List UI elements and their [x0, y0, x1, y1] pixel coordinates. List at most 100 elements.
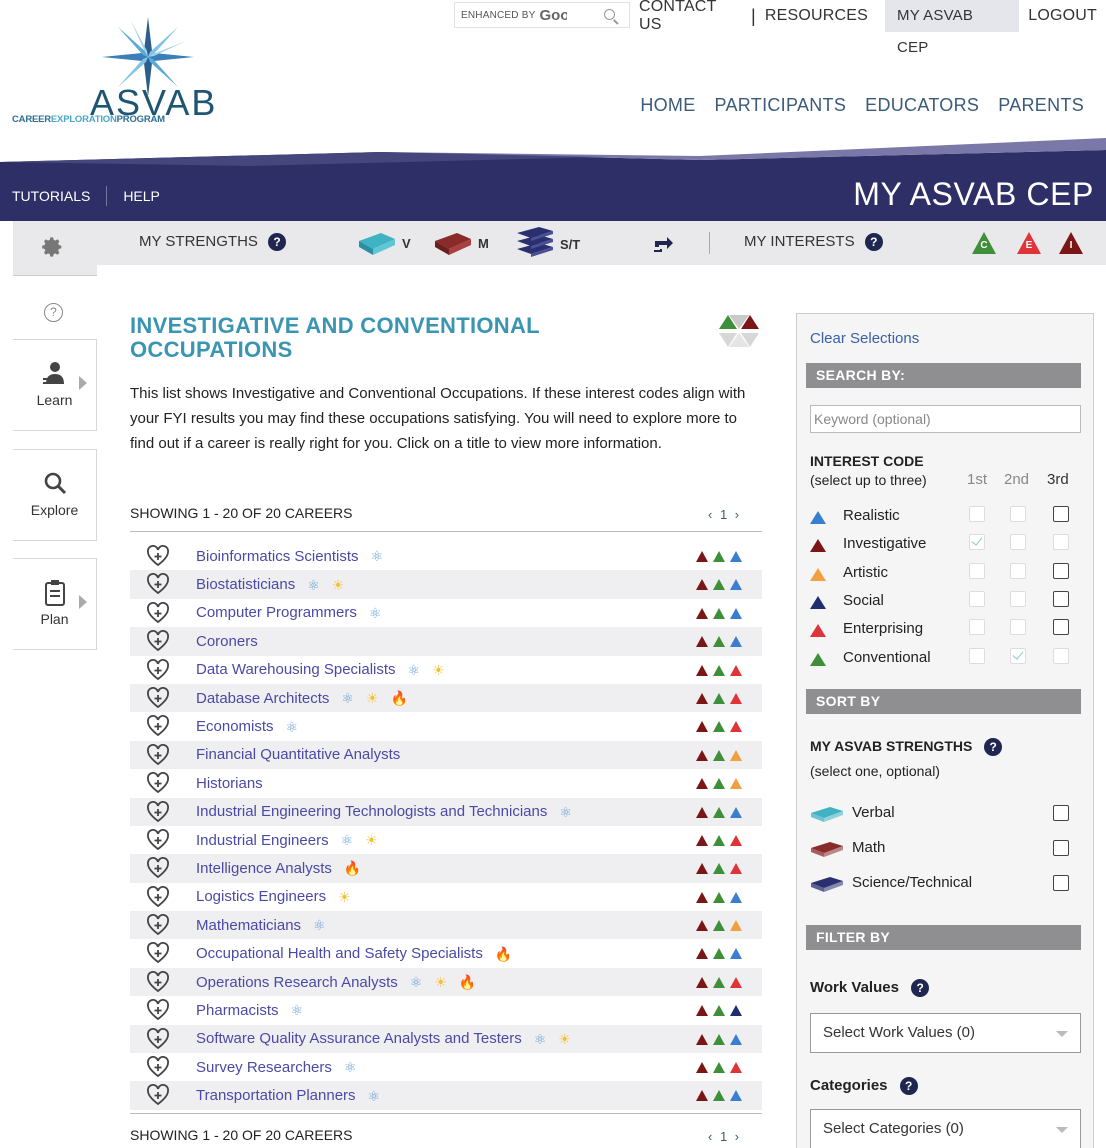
clear-selections-link[interactable]: Clear Selections: [810, 330, 919, 347]
favorite-heart-icon[interactable]: [146, 601, 170, 624]
career-title-link[interactable]: Pharmacists ⚛: [196, 1002, 303, 1019]
interest-checkbox-3rd[interactable]: [1053, 590, 1069, 607]
favorite-heart-icon[interactable]: [146, 885, 170, 908]
interest-i-icon[interactable]: I: [1059, 232, 1083, 254]
favorite-heart-icon[interactable]: [146, 999, 170, 1021]
interest-checkbox-1st[interactable]: [969, 647, 985, 664]
career-title-link[interactable]: Operations Research Analysts ⚛ ☀ 🔥: [196, 974, 476, 991]
strengths-sort-help-icon[interactable]: ?: [984, 738, 1003, 757]
strength-checkbox[interactable]: [1053, 875, 1069, 891]
favorite-heart-icon[interactable]: [146, 942, 170, 964]
career-title-link[interactable]: Data Warehousing Specialists ⚛ ☀: [196, 661, 445, 678]
favorite-heart-icon[interactable]: [146, 800, 170, 823]
career-title-link[interactable]: Historians: [196, 775, 263, 792]
favorite-heart-icon[interactable]: [146, 658, 170, 681]
interest-checkbox-3rd[interactable]: [1053, 562, 1069, 579]
interest-checkbox-3rd[interactable]: [1053, 506, 1069, 522]
favorite-heart-icon[interactable]: [146, 1084, 170, 1106]
pagination-top[interactable]: ‹ 1 ›: [708, 507, 741, 522]
swap-icon[interactable]: [651, 233, 677, 255]
career-title-link[interactable]: Mathematicians ⚛: [196, 917, 326, 934]
career-title-link[interactable]: Logistics Engineers ☀: [196, 888, 351, 905]
career-title-link[interactable]: Financial Quantitative Analysts: [196, 746, 400, 763]
favorite-heart-icon[interactable]: [146, 857, 170, 879]
career-title-link[interactable]: Intelligence Analysts 🔥: [196, 860, 361, 877]
explore-button[interactable]: Explore: [13, 449, 97, 541]
plan-button[interactable]: Plan: [13, 558, 97, 650]
interest-checkbox-2nd[interactable]: [1010, 619, 1026, 636]
fire-icon: 🔥: [458, 974, 477, 991]
learn-button[interactable]: Learn: [13, 339, 97, 431]
logout-link[interactable]: LOGOUT: [1019, 7, 1106, 25]
nav-participants[interactable]: PARTICIPANTS: [715, 95, 847, 116]
pagination-bottom[interactable]: ‹ 1 ›: [708, 1129, 741, 1144]
interest-checkbox-1st[interactable]: [969, 619, 985, 636]
strengths-help-icon[interactable]: ?: [268, 233, 287, 252]
favorite-heart-icon[interactable]: [146, 545, 170, 567]
interest-checkbox-1st[interactable]: [969, 506, 985, 522]
interest-checkbox-1st[interactable]: [969, 562, 985, 579]
favorite-heart-icon[interactable]: [146, 715, 170, 737]
favorite-heart-icon[interactable]: [146, 970, 170, 993]
gear-icon[interactable]: [42, 236, 64, 258]
interest-c-icon[interactable]: C: [972, 232, 996, 254]
tutorials-link[interactable]: TUTORIALS: [12, 188, 90, 204]
interest-checkbox-3rd[interactable]: [1053, 534, 1069, 551]
career-title-link[interactable]: Occupational Health and Safety Specialis…: [196, 945, 512, 962]
interest-checkbox-2nd[interactable]: [1010, 534, 1026, 551]
favorite-heart-icon[interactable]: [146, 772, 170, 794]
career-title-link[interactable]: Survey Researchers ⚛: [196, 1059, 356, 1076]
career-title-link[interactable]: Coroners: [196, 633, 258, 650]
work-values-select[interactable]: Select Work Values (0): [810, 1013, 1081, 1053]
my-interests-label: MY INTERESTS ?: [744, 233, 883, 252]
favorite-heart-icon[interactable]: [146, 686, 170, 709]
keyword-input[interactable]: Keyword (optional): [810, 405, 1081, 433]
career-title-link[interactable]: Biostatisticians ⚛ ☀: [196, 576, 344, 593]
site-search-box[interactable]: ENHANCED BY Google: [454, 2, 630, 28]
favorite-heart-icon[interactable]: [146, 573, 170, 595]
interest-checkbox-3rd[interactable]: [1053, 619, 1069, 636]
favorite-heart-icon[interactable]: [146, 630, 170, 652]
contact-us-link[interactable]: CONTACT US: [630, 0, 751, 34]
career-title-link[interactable]: Software Quality Assurance Analysts and …: [196, 1030, 571, 1047]
strength-checkbox[interactable]: [1053, 840, 1069, 856]
favorite-heart-icon[interactable]: [146, 743, 170, 766]
career-title-link[interactable]: Database Architects ⚛ ☀ 🔥: [196, 690, 408, 707]
help-circle-icon[interactable]: ?: [44, 303, 63, 322]
nav-parents[interactable]: PARENTS: [998, 95, 1084, 116]
nav-home[interactable]: HOME: [640, 95, 695, 116]
career-title-link[interactable]: Bioinformatics Scientists ⚛: [196, 548, 383, 565]
career-title-link[interactable]: Computer Programmers ⚛: [196, 604, 381, 621]
categories-select[interactable]: Select Categories (0): [810, 1109, 1081, 1148]
interest-checkbox-2nd[interactable]: [1010, 590, 1026, 607]
favorite-heart-icon[interactable]: [146, 1027, 170, 1050]
interest-checkbox-2nd[interactable]: [1010, 506, 1026, 522]
settings-cell[interactable]: [13, 221, 97, 275]
career-title-link[interactable]: Industrial Engineering Technologists and…: [196, 803, 572, 820]
resources-link[interactable]: RESOURCES: [756, 7, 877, 25]
favorite-heart-icon[interactable]: [146, 914, 170, 936]
strength-checkbox[interactable]: [1053, 805, 1069, 821]
career-title-link[interactable]: Economists ⚛: [196, 718, 298, 735]
interest-checkbox-2nd[interactable]: [1010, 562, 1026, 579]
search-icon[interactable]: [604, 9, 615, 20]
work-values-help-icon[interactable]: ?: [911, 979, 930, 998]
career-title-link[interactable]: Industrial Engineers ⚛ ☀: [196, 832, 378, 849]
favorite-heart-icon[interactable]: [146, 1056, 170, 1078]
interest-checkbox-3rd[interactable]: [1053, 647, 1069, 664]
interest-checkbox-1st[interactable]: [969, 534, 985, 551]
categories-help-icon[interactable]: ?: [899, 1077, 918, 1096]
interest-e-icon[interactable]: E: [1017, 232, 1041, 254]
my-asvab-cep-link[interactable]: MY ASVAB CEP: [885, 0, 1020, 56]
career-title-link[interactable]: Transportation Planners ⚛: [196, 1087, 380, 1104]
interest-checkbox-1st[interactable]: [969, 590, 985, 607]
nav-educators[interactable]: EDUCATORS: [865, 95, 979, 116]
interest-checkbox-2nd[interactable]: [1010, 647, 1026, 664]
strength-science-technical[interactable]: S/T: [515, 227, 580, 259]
favorite-heart-icon[interactable]: [146, 828, 170, 851]
strength-math[interactable]: M: [433, 229, 489, 257]
help-link[interactable]: HELP: [123, 188, 160, 204]
strength-verbal[interactable]: V: [357, 229, 411, 257]
interests-help-icon[interactable]: ?: [864, 233, 883, 252]
asvab-logo[interactable]: ASVAB CAREEREXPLORATIONPROGRAM: [8, 15, 228, 130]
